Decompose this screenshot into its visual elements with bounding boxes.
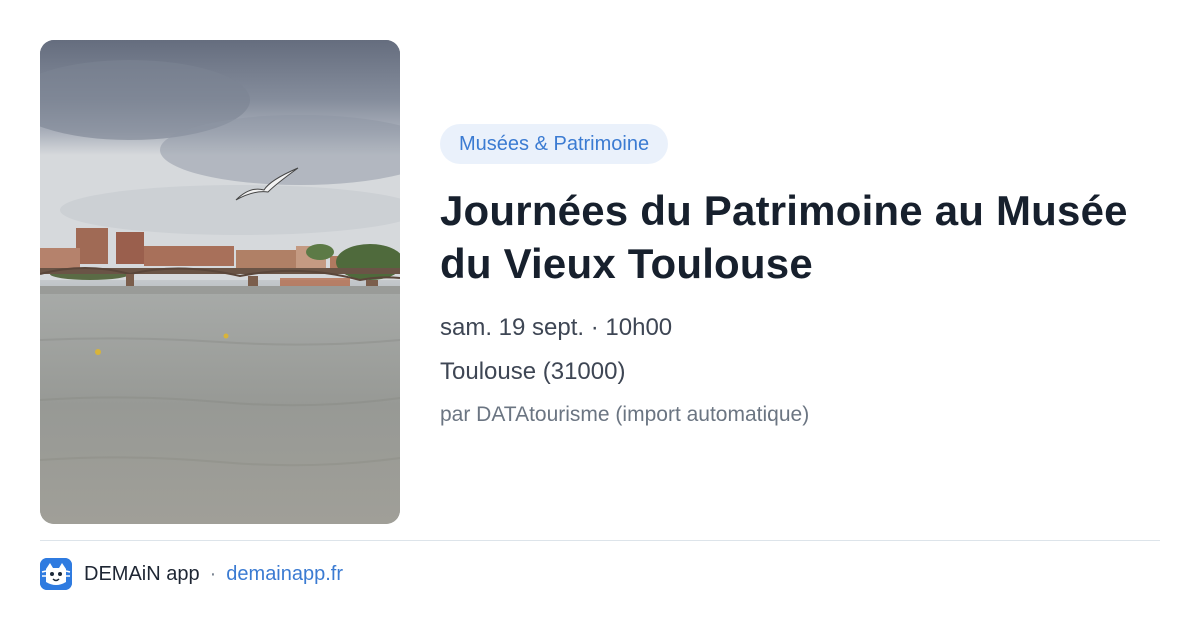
- event-location: Toulouse (31000): [440, 358, 626, 385]
- river-photo-icon: [40, 40, 400, 524]
- event-datetime: sam. 19 sept. · 10h00: [440, 314, 673, 341]
- footer: DEMAiN app · demainapp.fr: [40, 558, 343, 590]
- event-image: [40, 40, 400, 524]
- category-badge[interactable]: Musées & Patrimoine: [440, 124, 669, 164]
- divider: [40, 540, 1160, 541]
- demain-app-logo-icon[interactable]: [40, 558, 72, 590]
- footer-separator: ·: [209, 562, 217, 585]
- event-source: par DATAtourisme (import automatique): [440, 403, 810, 426]
- domain-link[interactable]: demainapp.fr: [226, 563, 343, 586]
- app-name: DEMAiN app: [84, 562, 200, 585]
- event-title[interactable]: Journées du Patrimoine au Musée du Vieux…: [440, 184, 1160, 290]
